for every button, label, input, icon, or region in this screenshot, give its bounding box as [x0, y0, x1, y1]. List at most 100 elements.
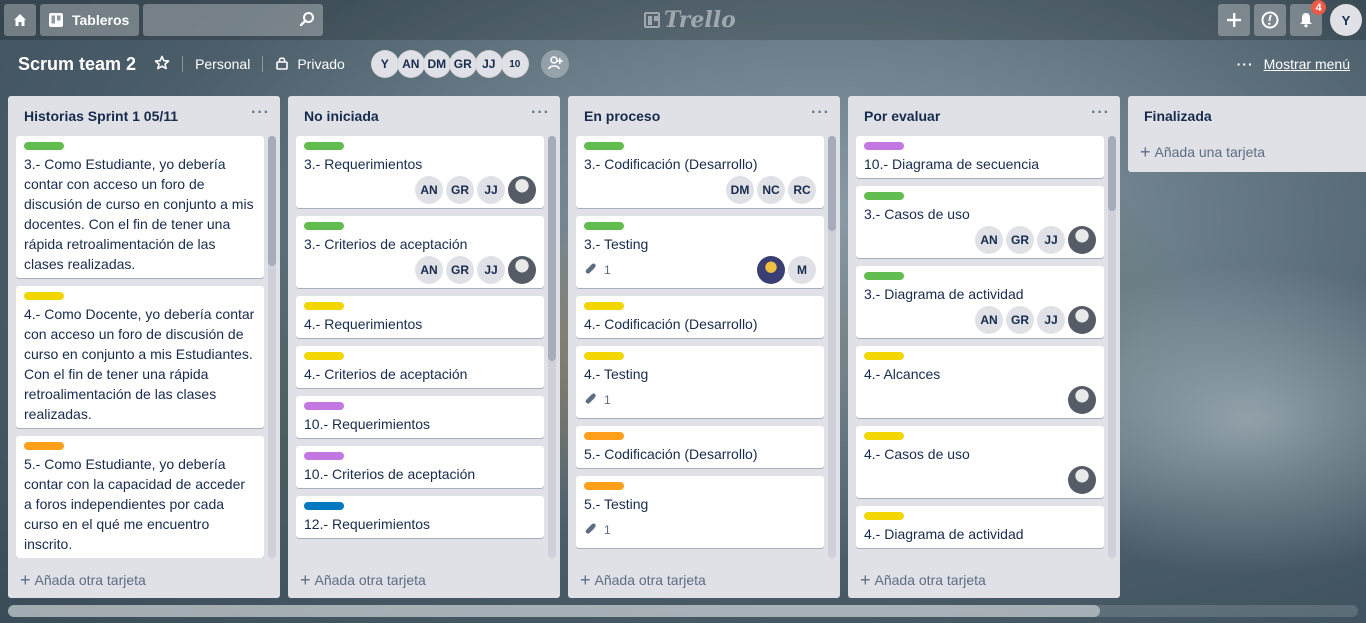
list-header[interactable]: No iniciada ··· — [288, 96, 560, 136]
member-photo-avatar[interactable] — [1068, 306, 1096, 334]
card[interactable]: 4.- Diagrama de actividad — [856, 506, 1104, 548]
card-label-purple[interactable] — [304, 452, 344, 460]
list-header[interactable]: Por evaluar ··· — [848, 96, 1120, 136]
list-menu-icon[interactable]: ··· — [1091, 104, 1110, 122]
member-photo-avatar[interactable] — [1068, 386, 1096, 414]
card-label-green[interactable] — [304, 142, 344, 150]
invite-button[interactable] — [540, 50, 569, 78]
card-label-purple[interactable] — [864, 142, 904, 150]
member-avatar[interactable]: JJ — [474, 50, 503, 78]
card[interactable]: 4.- Alcances — [856, 346, 1104, 418]
list-header[interactable]: En proceso ··· — [568, 96, 840, 136]
card-label-green[interactable] — [304, 222, 344, 230]
member-avatar[interactable]: AN — [415, 256, 443, 284]
user-avatar[interactable]: Y — [1330, 4, 1362, 36]
create-button[interactable] — [1218, 4, 1250, 36]
list-vertical-scrollbar[interactable] — [548, 136, 556, 558]
search-input[interactable] — [110, 4, 300, 36]
card[interactable]: 4.- Codificación (Desarrollo) — [576, 296, 824, 338]
member-avatar[interactable]: GR — [448, 50, 477, 78]
add-card-button[interactable]: + Añada otra tarjeta — [860, 571, 986, 589]
member-avatar[interactable]: AN — [975, 226, 1003, 254]
card[interactable]: 10.- Diagrama de secuencia — [856, 136, 1104, 178]
card[interactable]: 4.- Como Docente, yo debería contar con … — [16, 286, 264, 428]
card-label-yellow[interactable] — [304, 302, 344, 310]
member-photo-avatar[interactable] — [1068, 226, 1096, 254]
list-vertical-scrollbar[interactable] — [1108, 136, 1116, 558]
member-photo-avatar[interactable] — [508, 256, 536, 284]
card-label-green[interactable] — [584, 222, 624, 230]
card[interactable]: 3.- Codificación (Desarrollo) DM NC RC — [576, 136, 824, 208]
card[interactable]: 3.- Como Estudiante, yo debería contar c… — [16, 136, 264, 278]
home-button[interactable] — [4, 4, 36, 36]
card[interactable]: 10.- Criterios de aceptación — [296, 446, 544, 488]
card-label-purple[interactable] — [304, 402, 344, 410]
member-avatar[interactable]: GR — [1006, 226, 1034, 254]
team-button[interactable]: Personal — [195, 56, 250, 72]
member-avatar[interactable]: NC — [757, 176, 785, 204]
card-label-yellow[interactable] — [584, 302, 624, 310]
list-title[interactable]: No iniciada — [304, 108, 379, 124]
member-avatar[interactable]: AN — [396, 50, 425, 78]
card[interactable]: 3.- Requerimientos AN GR JJ — [296, 136, 544, 208]
member-avatar[interactable]: DM — [422, 50, 451, 78]
scrollbar-thumb[interactable] — [8, 605, 1100, 617]
card-label-orange[interactable] — [24, 442, 64, 450]
card-label-yellow[interactable] — [584, 352, 624, 360]
search-box[interactable] — [110, 4, 324, 36]
list-title[interactable]: Finalizada — [1144, 108, 1212, 124]
card-label-green[interactable] — [864, 192, 904, 200]
member-photo-avatar[interactable] — [1068, 466, 1096, 494]
board-title[interactable]: Scrum team 2 — [18, 54, 136, 75]
member-avatar[interactable]: DM — [726, 176, 754, 204]
card-label-green[interactable] — [584, 142, 624, 150]
member-avatar[interactable]: M — [788, 256, 816, 284]
card[interactable]: 3.- Diagrama de actividad AN GR JJ — [856, 266, 1104, 338]
member-avatar[interactable]: JJ — [1037, 306, 1065, 334]
card-label-yellow[interactable] — [24, 292, 64, 300]
list-menu-icon[interactable]: ··· — [531, 104, 550, 122]
card[interactable]: 10.- Requerimientos — [296, 396, 544, 438]
add-card-button[interactable]: + Añada una tarjeta — [1140, 143, 1265, 161]
trello-logo[interactable]: Trello — [644, 6, 736, 34]
card[interactable]: 3.- Testing 1 M — [576, 216, 824, 288]
list-header[interactable]: Finalizada — [1128, 96, 1366, 136]
card-label-yellow[interactable] — [864, 352, 904, 360]
member-avatar[interactable]: JJ — [477, 176, 505, 204]
board-horizontal-scrollbar[interactable] — [8, 605, 1358, 617]
list-menu-icon[interactable]: ··· — [251, 104, 270, 122]
member-avatar[interactable]: GR — [446, 176, 474, 204]
member-avatar[interactable]: JJ — [477, 256, 505, 284]
card-label-blue[interactable] — [304, 502, 344, 510]
card[interactable]: 5.- Como Estudiante, yo debería contar c… — [16, 436, 264, 558]
scrollbar-thumb[interactable] — [268, 136, 276, 266]
list-menu-icon[interactable]: ··· — [811, 104, 830, 122]
member-avatar[interactable]: JJ — [1037, 226, 1065, 254]
member-avatar[interactable]: GR — [1006, 306, 1034, 334]
card[interactable]: 12.- Requerimientos — [296, 496, 544, 538]
card[interactable]: 4.- Testing 1 — [576, 346, 824, 418]
card[interactable]: 3.- Casos de uso AN GR JJ — [856, 186, 1104, 258]
member-avatar[interactable]: RC — [788, 176, 816, 204]
card-label-green[interactable] — [24, 142, 64, 150]
card-label-yellow[interactable] — [864, 432, 904, 440]
scrollbar-thumb[interactable] — [828, 136, 836, 231]
card-label-green[interactable] — [864, 272, 904, 280]
card[interactable]: 4.- Casos de uso — [856, 426, 1104, 498]
add-card-button[interactable]: + Añada otra tarjeta — [580, 571, 706, 589]
card-label-yellow[interactable] — [864, 512, 904, 520]
list-title[interactable]: Historias Sprint 1 05/11 — [24, 108, 178, 124]
member-avatar[interactable]: Y — [370, 50, 399, 78]
list-title[interactable]: Por evaluar — [864, 108, 940, 124]
card[interactable]: 5.- Testing 1 — [576, 476, 824, 548]
scrollbar-thumb[interactable] — [548, 136, 556, 361]
notifications-button[interactable]: 4 — [1290, 0, 1326, 36]
star-button[interactable] — [154, 55, 170, 74]
card[interactable]: 4.- Criterios de aceptación — [296, 346, 544, 388]
card-label-orange[interactable] — [584, 432, 624, 440]
add-card-button[interactable]: + Añada otra tarjeta — [300, 571, 426, 589]
member-photo-avatar[interactable] — [757, 256, 785, 284]
member-avatar[interactable]: AN — [415, 176, 443, 204]
search-icon[interactable] — [299, 11, 315, 30]
card[interactable]: 5.- Codificación (Desarrollo) — [576, 426, 824, 468]
